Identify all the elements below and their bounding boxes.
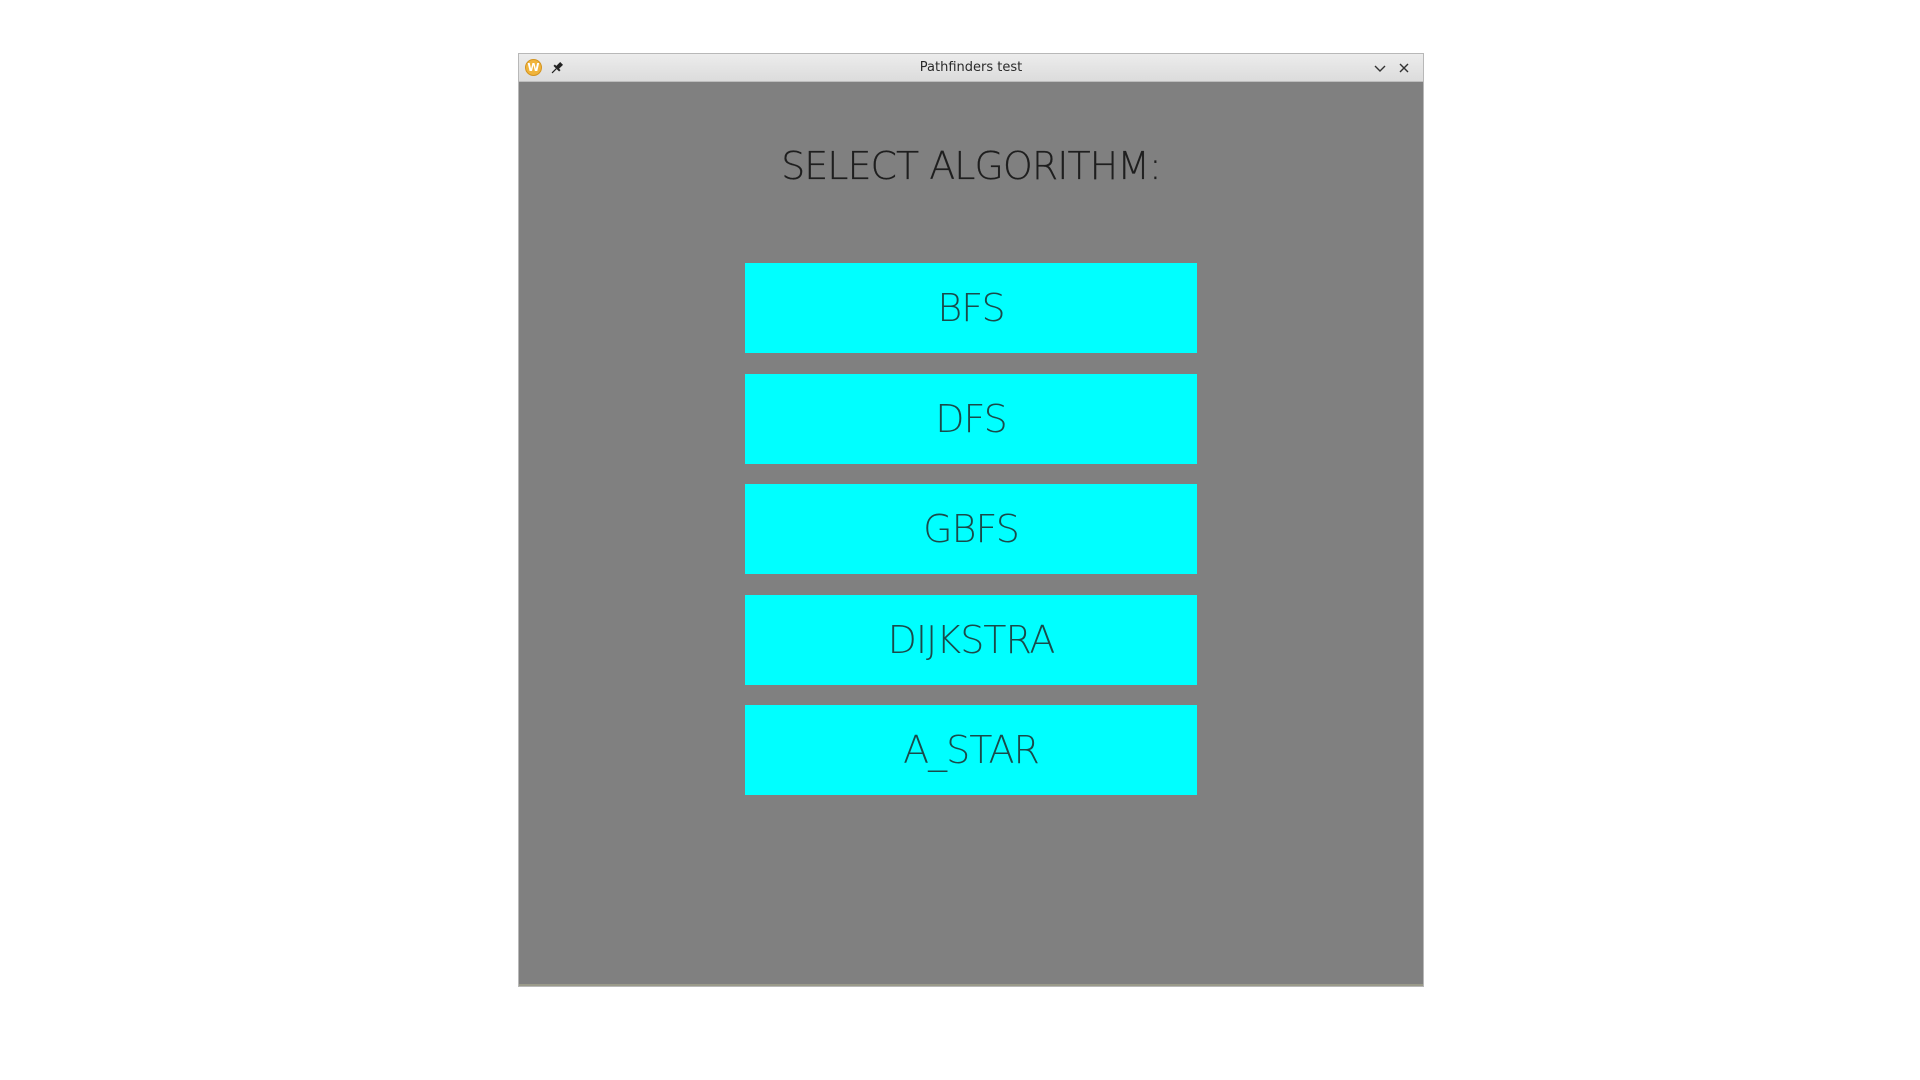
algorithm-button-a-star[interactable]: A_STAR bbox=[745, 705, 1197, 795]
chevron-down-icon[interactable] bbox=[1371, 59, 1389, 77]
window-bottom-edge bbox=[519, 984, 1423, 986]
close-icon[interactable] bbox=[1395, 59, 1413, 77]
algorithm-button-dijkstra[interactable]: DIJKSTRA bbox=[745, 595, 1197, 685]
app-window: W Pathfinders test SELECT ALGORITHM: BFS… bbox=[518, 53, 1424, 987]
algorithm-button-label: GBFS bbox=[923, 507, 1020, 551]
algorithm-button-bfs[interactable]: BFS bbox=[745, 263, 1197, 353]
algorithm-button-label: BFS bbox=[937, 286, 1005, 330]
page-title: SELECT ALGORITHM: bbox=[781, 144, 1162, 188]
window-title: Pathfinders test bbox=[919, 60, 1023, 75]
window-titlebar[interactable]: W Pathfinders test bbox=[519, 54, 1423, 82]
app-content: SELECT ALGORITHM: BFS DFS GBFS DIJKSTRA … bbox=[519, 82, 1423, 986]
algorithm-button-label: DIJKSTRA bbox=[887, 618, 1056, 662]
algorithm-button-label: A_STAR bbox=[903, 728, 1040, 772]
algorithm-button-dfs[interactable]: DFS bbox=[745, 374, 1197, 464]
algorithm-button-gbfs[interactable]: GBFS bbox=[745, 484, 1197, 574]
algorithm-button-label: DFS bbox=[935, 397, 1008, 441]
